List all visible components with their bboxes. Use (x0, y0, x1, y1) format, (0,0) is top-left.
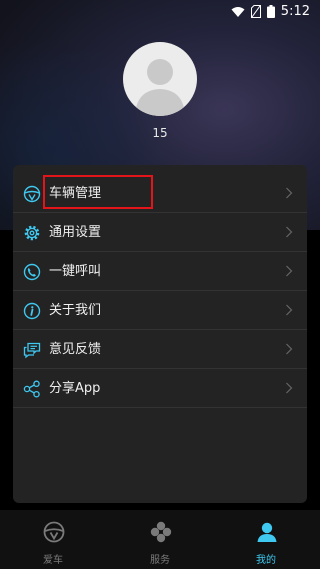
username: 15 (152, 126, 168, 140)
status-bar: 5:12 (0, 0, 320, 24)
menu-item-share-app[interactable]: 分享App (13, 369, 307, 408)
menu-item-about-us[interactable]: 关于我们 (13, 291, 307, 330)
menu-item-label: 车辆管理 (49, 186, 102, 201)
steering-wheel-icon (43, 521, 65, 543)
tab-service[interactable]: 服务 (107, 510, 213, 569)
service-icon (150, 521, 172, 543)
info-icon (23, 302, 41, 320)
chevron-right-icon (286, 226, 293, 238)
menu-item-feedback[interactable]: 意见反馈 (13, 330, 307, 369)
default-avatar-icon (135, 59, 185, 116)
chevron-right-icon (286, 304, 293, 316)
tab-label: 我的 (256, 555, 276, 566)
settings-menu: 车辆管理 通用设置 一键呼叫 关于我们 意见反馈 分享App (13, 165, 307, 503)
status-time: 5:12 (280, 4, 310, 19)
tab-label: 服务 (150, 555, 170, 566)
tab-me[interactable]: 我的 (213, 510, 319, 569)
chevron-right-icon (286, 265, 293, 277)
divider (13, 407, 307, 408)
menu-item-one-key-call[interactable]: 一键呼叫 (13, 252, 307, 291)
chevron-right-icon (286, 187, 293, 199)
menu-item-label: 关于我们 (49, 303, 102, 318)
tab-label: 爱车 (43, 555, 63, 566)
bottom-tab-bar: 爱车 服务 我的 (0, 510, 320, 569)
battery-icon (266, 5, 275, 18)
menu-item-label: 分享App (49, 381, 101, 396)
menu-item-general-settings[interactable]: 通用设置 (13, 213, 307, 252)
person-icon (257, 522, 277, 542)
menu-item-vehicle-management[interactable]: 车辆管理 (13, 174, 307, 213)
menu-item-label: 意见反馈 (49, 342, 102, 357)
avatar[interactable] (123, 42, 197, 116)
menu-item-label: 一键呼叫 (49, 264, 102, 279)
steering-wheel-icon (23, 185, 41, 203)
feedback-icon (23, 342, 41, 359)
gear-icon (24, 225, 40, 241)
phone-icon (23, 263, 41, 281)
wifi-icon (231, 6, 245, 17)
chevron-right-icon (286, 343, 293, 355)
menu-item-label: 通用设置 (49, 225, 102, 240)
chevron-right-icon (286, 382, 293, 394)
no-sim-icon (250, 5, 261, 18)
tab-my-car[interactable]: 爱车 (0, 510, 106, 569)
share-icon (23, 380, 40, 398)
